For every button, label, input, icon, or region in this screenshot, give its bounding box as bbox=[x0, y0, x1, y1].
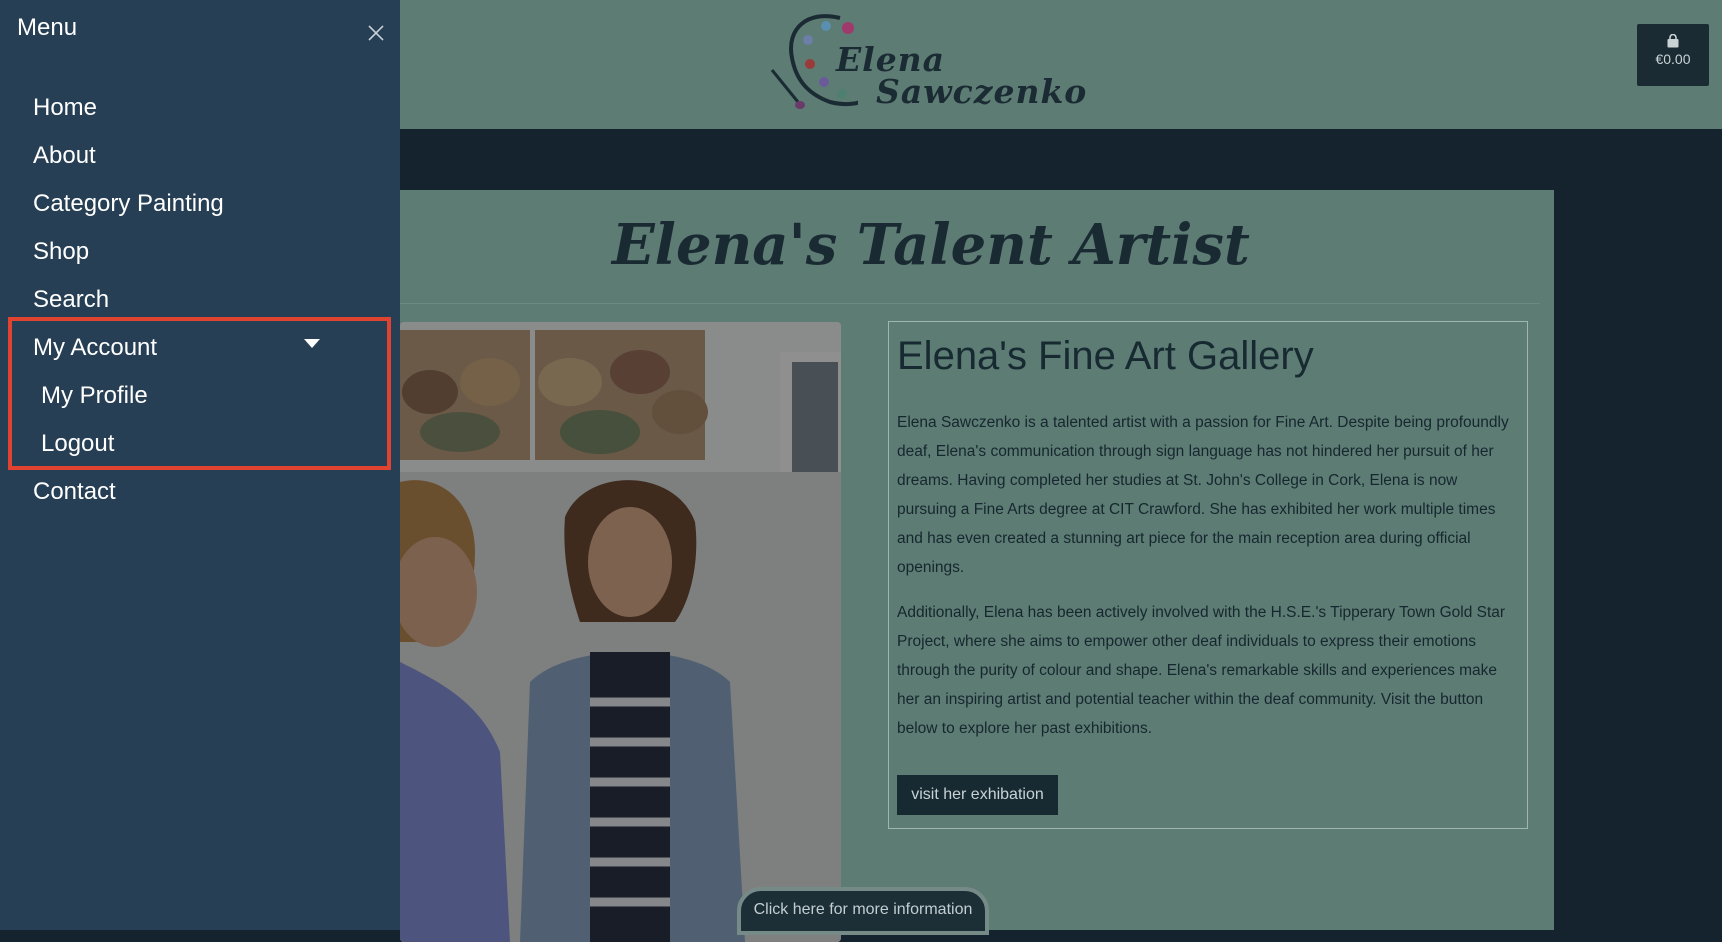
gallery-paragraph-1: Elena Sawczenko is a talented artist wit… bbox=[897, 414, 1509, 576]
gallery-info-box: Elena's Fine Art Gallery Elena Sawczenko… bbox=[888, 321, 1528, 829]
page-title: Elena's Talent Artist bbox=[612, 212, 1250, 278]
site-logo[interactable]: Elena Sawczenko bbox=[768, 10, 1086, 120]
gallery-title: Elena's Fine Art Gallery bbox=[897, 334, 1314, 378]
main-content: Elena's Talent Artist Elena's Fine Art G… bbox=[400, 190, 1554, 942]
shopping-bag-icon bbox=[1667, 34, 1679, 48]
close-icon[interactable] bbox=[367, 24, 385, 42]
my-account-highlight-box bbox=[8, 317, 391, 470]
menu-item-home[interactable]: Home bbox=[33, 94, 97, 122]
cart-button[interactable]: €0.00 bbox=[1637, 24, 1709, 86]
visit-exhibition-button[interactable]: visit her exhibation bbox=[897, 775, 1058, 815]
menu-item-about[interactable]: About bbox=[33, 142, 96, 170]
menu-item-contact[interactable]: Contact bbox=[33, 478, 116, 506]
gallery-paragraph-2: Additionally, Elena has been actively in… bbox=[897, 604, 1506, 737]
side-menu: Menu Home About Category Painting Shop S… bbox=[0, 0, 400, 930]
more-info-button[interactable]: Click here for more information bbox=[737, 887, 989, 935]
menu-item-shop[interactable]: Shop bbox=[33, 238, 89, 266]
cart-total: €0.00 bbox=[1655, 51, 1691, 67]
menu-item-search[interactable]: Search bbox=[33, 286, 109, 314]
menu-title: Menu bbox=[17, 14, 78, 41]
title-divider bbox=[400, 303, 1540, 304]
menu-item-category-painting[interactable]: Category Painting bbox=[33, 190, 224, 218]
artist-photo bbox=[400, 322, 841, 942]
logo-text-last-name: Sawczenko bbox=[876, 72, 1088, 111]
